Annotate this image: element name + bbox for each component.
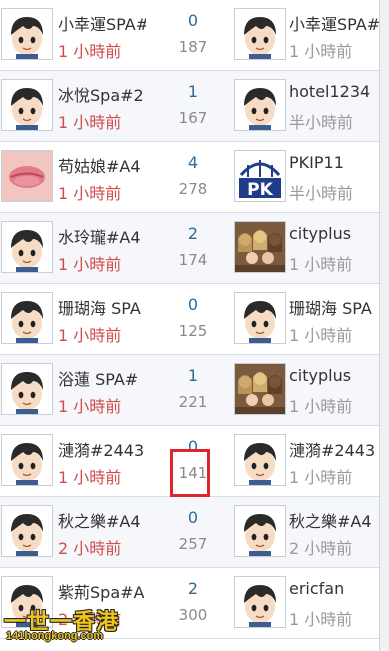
- view-count: 221: [178, 393, 208, 411]
- reply-count: 2: [187, 224, 199, 243]
- view-count: 167: [178, 109, 208, 127]
- thread-author-name[interactable]: 紫荊Spa#A: [58, 579, 146, 603]
- thread-author-name[interactable]: 漣漪#2443: [58, 437, 146, 461]
- thread-row: 水玲瓏#A4 1 小時前 2 174 cityplus 1 小時前: [0, 213, 379, 284]
- last-poster-avatar[interactable]: [234, 8, 286, 60]
- site-watermark: 一世一香港 141hongkong.com: [4, 604, 126, 646]
- view-count: 125: [178, 322, 208, 340]
- last-poster-name[interactable]: 珊瑚海 SPA: [289, 295, 379, 319]
- thread-row: 浴蓮 SPA# 1 小時前 1 221 cityplus 1 小時前: [0, 355, 379, 426]
- last-poster-avatar[interactable]: [234, 363, 286, 415]
- thread-row: 苟姑娘#A4 1 小時前 4 278 PK PKIP11 半小時前: [0, 142, 379, 213]
- last-post-time: 1 小時前: [289, 610, 353, 629]
- thread-author-name[interactable]: 冰悅Spa#2: [58, 82, 146, 106]
- thread-author-time: 1 小時前: [58, 468, 122, 487]
- last-poster-name[interactable]: cityplus: [289, 224, 379, 243]
- author-avatar[interactable]: [1, 221, 53, 273]
- author-avatar[interactable]: [1, 8, 53, 60]
- last-post-time: 半小時前: [289, 113, 354, 132]
- thread-author-name[interactable]: 水玲瓏#A4: [58, 224, 146, 248]
- thread-author-time: 1 小時前: [58, 113, 122, 132]
- view-count: 174: [178, 251, 208, 269]
- thread-author-name[interactable]: 浴蓮 SPA#: [58, 366, 146, 390]
- thread-row: 小幸運SPA# 1 小時前 0 187 小幸運SPA# 1 小時前: [0, 0, 379, 71]
- last-poster-avatar[interactable]: [234, 79, 286, 131]
- thread-author-time: 1 小時前: [58, 42, 122, 61]
- thread-row: 漣漪#2443 1 小時前 0 141 漣漪#2443 1 小時前: [0, 426, 379, 497]
- last-poster-avatar[interactable]: [234, 505, 286, 557]
- last-post-time: 半小時前: [289, 184, 354, 203]
- thread-row: 冰悅Spa#2 1 小時前 1 167 hotel1234 半小時前: [0, 71, 379, 142]
- thread-row: 珊瑚海 SPA 1 小時前 0 125 珊瑚海 SPA 1 小時前: [0, 284, 379, 355]
- reply-count: 0: [187, 437, 199, 456]
- thread-author-time: 1 小時前: [58, 184, 122, 203]
- thread-row: 秋之樂#A4 2 小時前 0 257 秋之樂#A4 2 小時前: [0, 497, 379, 568]
- scrollbar[interactable]: [379, 0, 389, 651]
- author-avatar[interactable]: [1, 434, 53, 486]
- last-post-time: 1 小時前: [289, 397, 353, 416]
- author-avatar[interactable]: [1, 79, 53, 131]
- author-avatar[interactable]: [1, 505, 53, 557]
- reply-count: 4: [187, 153, 199, 172]
- last-poster-avatar[interactable]: PK: [234, 150, 286, 202]
- reply-count: 1: [187, 82, 199, 101]
- last-poster-avatar[interactable]: [234, 221, 286, 273]
- last-post-time: 1 小時前: [289, 255, 353, 274]
- view-count: 278: [178, 180, 208, 198]
- last-post-time: 1 小時前: [289, 42, 353, 61]
- last-poster-avatar[interactable]: [234, 576, 286, 628]
- thread-author-name[interactable]: 小幸運SPA#: [58, 11, 146, 35]
- watermark-url: 141hongkong.com: [6, 630, 104, 642]
- thread-author-time: 1 小時前: [58, 255, 122, 274]
- author-avatar[interactable]: [1, 292, 53, 344]
- last-poster-avatar[interactable]: [234, 434, 286, 486]
- view-count: 257: [178, 535, 208, 553]
- svg-text:PK: PK: [247, 180, 273, 200]
- last-poster-name[interactable]: cityplus: [289, 366, 379, 385]
- view-count: 300: [178, 606, 208, 624]
- view-count: 187: [178, 38, 208, 56]
- reply-count: 2: [187, 579, 199, 598]
- author-avatar[interactable]: [1, 150, 53, 202]
- thread-list: 小幸運SPA# 1 小時前 0 187 小幸運SPA# 1 小時前 冰悅Spa#…: [0, 0, 379, 639]
- thread-author-time: 1 小時前: [58, 326, 122, 345]
- last-poster-name[interactable]: ericfan: [289, 579, 379, 598]
- last-post-time: 1 小時前: [289, 326, 353, 345]
- last-poster-name[interactable]: 漣漪#2443: [289, 437, 379, 461]
- last-poster-avatar[interactable]: [234, 292, 286, 344]
- reply-count: 0: [187, 11, 199, 30]
- reply-count: 0: [187, 508, 199, 527]
- last-poster-name[interactable]: PKIP11: [289, 153, 379, 172]
- last-poster-name[interactable]: hotel1234: [289, 82, 379, 101]
- thread-author-name[interactable]: 珊瑚海 SPA: [58, 295, 146, 319]
- reply-count: 1: [187, 366, 199, 385]
- thread-author-time: 1 小時前: [58, 397, 122, 416]
- thread-author-name[interactable]: 秋之樂#A4: [58, 508, 146, 532]
- last-poster-name[interactable]: 小幸運SPA#: [289, 11, 379, 35]
- thread-author-time: 2 小時前: [58, 539, 122, 558]
- view-count: 141: [178, 464, 208, 482]
- thread-author-name[interactable]: 苟姑娘#A4: [58, 153, 146, 177]
- last-post-time: 1 小時前: [289, 468, 353, 487]
- last-post-time: 2 小時前: [289, 539, 353, 558]
- last-poster-name[interactable]: 秋之樂#A4: [289, 508, 379, 532]
- author-avatar[interactable]: [1, 363, 53, 415]
- reply-count: 0: [187, 295, 199, 314]
